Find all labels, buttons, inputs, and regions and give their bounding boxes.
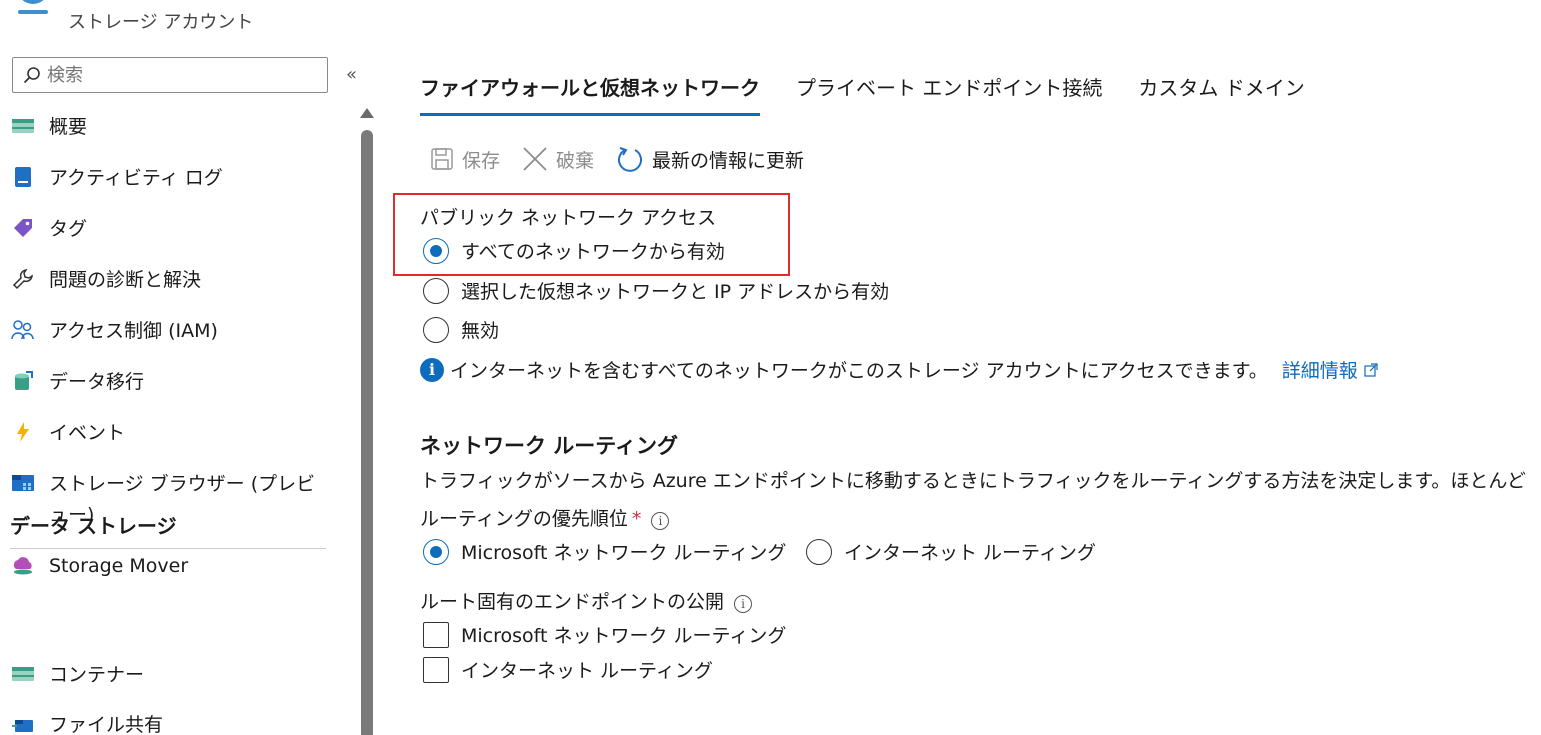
- save-button[interactable]: 保存: [430, 146, 500, 173]
- sidebar-item-overview[interactable]: 概要: [10, 112, 330, 143]
- routing-preference-label: ルーティングの優先順位 * i: [420, 504, 670, 531]
- discard-button[interactable]: 破棄: [522, 146, 594, 173]
- sidebar-item-storage-mover[interactable]: Storage Mover: [10, 551, 330, 582]
- storage-account-icon: [12, 0, 54, 16]
- tab-firewall[interactable]: ファイアウォールと仮想ネットワーク: [420, 72, 760, 116]
- checkbox-microsoft-routing[interactable]: Microsoft ネットワーク ルーティング: [423, 621, 786, 648]
- routing-description: トラフィックがソースから Azure エンドポイントに移動するときにトラフィック…: [420, 470, 1526, 492]
- public-access-label: パブリック ネットワーク アクセス: [420, 207, 717, 229]
- search-box[interactable]: [12, 57, 328, 93]
- sidebar-divider: [10, 548, 326, 549]
- tab-private-endpoint[interactable]: プライベート エンドポイント接続: [796, 72, 1102, 116]
- checkbox-internet-routing[interactable]: インターネット ルーティング: [423, 656, 713, 683]
- data-migration-icon: [10, 368, 36, 394]
- toolbar: 保存 破棄 最新の情報に更新: [430, 145, 826, 173]
- wrench-icon: [10, 266, 36, 292]
- radio-disabled[interactable]: 無効: [423, 316, 499, 343]
- routing-section-title: ネットワーク ルーティング: [420, 434, 679, 458]
- checkbox[interactable]: [423, 656, 449, 683]
- file-share-icon: [10, 711, 36, 735]
- tab-bar: ファイアウォールと仮想ネットワーク プライベート エンドポイント接続 カスタム …: [420, 72, 1341, 116]
- checkbox[interactable]: [423, 621, 449, 648]
- sidebar-section-title: データ ストレージ: [10, 514, 177, 538]
- radio-microsoft-routing[interactable]: Microsoft ネットワーク ルーティング: [423, 538, 786, 565]
- container-icon: [10, 661, 36, 687]
- tag-icon: [10, 215, 36, 241]
- collapse-sidebar-button[interactable]: «: [346, 64, 357, 85]
- people-icon: [10, 317, 36, 343]
- storage-browser-icon: [10, 470, 36, 496]
- sidebar-scrollbar[interactable]: [360, 108, 374, 735]
- resource-type-label: ストレージ アカウント: [68, 12, 254, 33]
- radio-button-checked[interactable]: [423, 237, 449, 264]
- refresh-button[interactable]: 最新の情報に更新: [616, 145, 804, 173]
- sidebar-item-diagnose[interactable]: 問題の診断と解決: [10, 265, 330, 296]
- search-input[interactable]: [47, 64, 307, 86]
- info-icon: i: [420, 357, 444, 382]
- external-link-icon: [1364, 362, 1378, 377]
- refresh-icon: [618, 147, 642, 172]
- sidebar-item-data-migration[interactable]: データ移行: [10, 367, 330, 398]
- sidebar-item-containers[interactable]: コンテナー: [10, 660, 330, 691]
- sidebar-item-activity-log[interactable]: アクティビティ ログ: [10, 163, 330, 194]
- search-icon: [23, 67, 40, 84]
- cloud-icon: [10, 552, 36, 578]
- close-icon: [523, 147, 547, 171]
- radio-selected-networks[interactable]: 選択した仮想ネットワークと IP アドレスから有効: [423, 277, 889, 304]
- radio-button-checked[interactable]: [423, 538, 449, 565]
- radio-button[interactable]: [806, 538, 832, 565]
- info-message: i インターネットを含むすべてのネットワークがこのストレージ アカウントにアクセ…: [420, 356, 1378, 383]
- sidebar-item-iam[interactable]: アクセス制御 (IAM): [10, 316, 330, 347]
- info-icon[interactable]: i: [734, 595, 753, 613]
- sidebar-item-events[interactable]: イベント: [10, 418, 330, 449]
- sidebar-item-tags[interactable]: タグ: [10, 214, 330, 245]
- save-icon: [431, 148, 453, 170]
- required-marker: *: [631, 508, 642, 530]
- radio-button[interactable]: [423, 277, 449, 304]
- publish-endpoints-label: ルート固有のエンドポイントの公開 i: [420, 587, 753, 614]
- overview-icon: [10, 113, 36, 139]
- learn-more-link[interactable]: 詳細情報: [1282, 356, 1378, 383]
- lightning-icon: [10, 419, 36, 445]
- info-icon[interactable]: i: [651, 512, 670, 530]
- activity-log-icon: [10, 164, 36, 190]
- radio-all-networks[interactable]: すべてのネットワークから有効: [423, 237, 725, 264]
- tab-custom-domain[interactable]: カスタム ドメイン: [1138, 72, 1304, 116]
- scroll-thumb[interactable]: [361, 130, 373, 735]
- scroll-up-arrow-icon[interactable]: [360, 108, 374, 118]
- radio-button[interactable]: [423, 316, 449, 343]
- sidebar-item-file-shares[interactable]: ファイル共有: [10, 710, 330, 735]
- radio-internet-routing[interactable]: インターネット ルーティング: [806, 538, 1096, 565]
